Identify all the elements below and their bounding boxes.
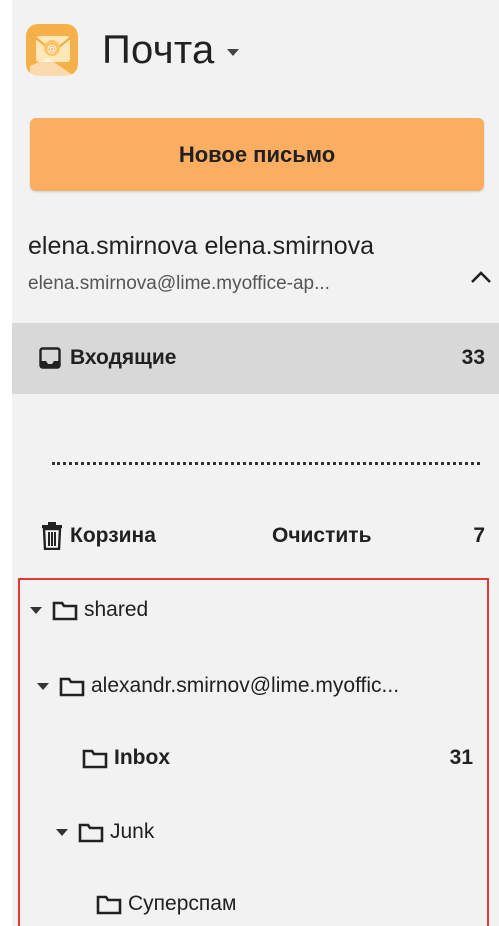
tree-item-superspam[interactable]: Суперспам bbox=[96, 886, 236, 922]
folder-trash[interactable]: Корзина Очистить 7 bbox=[12, 518, 499, 558]
clear-trash-button[interactable]: Очистить bbox=[272, 524, 372, 548]
account-block[interactable]: elena.smirnova elena.smirnova elena.smir… bbox=[28, 232, 491, 295]
new-letter-button[interactable]: Новое письмо bbox=[30, 118, 484, 191]
chevron-down-icon[interactable] bbox=[226, 48, 239, 56]
caret-down-icon[interactable] bbox=[37, 682, 49, 690]
inbox-icon bbox=[39, 347, 61, 369]
folder-icon bbox=[52, 601, 78, 621]
folder-inbox[interactable]: Входящие 33 bbox=[12, 323, 499, 394]
tree-label-shared: shared bbox=[84, 598, 149, 621]
account-name: elena.smirnova elena.smirnova bbox=[28, 232, 375, 260]
mail-app-logo: @ bbox=[26, 24, 78, 76]
tree-item-user[interactable]: alexandr.smirnov@lime.myoffic... bbox=[37, 668, 399, 704]
folder-icon bbox=[82, 749, 108, 769]
trash-count: 7 bbox=[473, 524, 485, 547]
folder-icon bbox=[96, 895, 122, 915]
caret-down-icon[interactable] bbox=[30, 606, 42, 614]
folder-icon bbox=[59, 677, 85, 697]
tree-item-junk[interactable]: Junk bbox=[56, 814, 154, 850]
tree-item-inbox[interactable]: Inbox 31 bbox=[82, 740, 487, 776]
account-email: elena.smirnova@lime.myoffice-ap... bbox=[28, 273, 330, 294]
trash-label: Корзина bbox=[70, 524, 156, 547]
tree-label-inbox: Inbox bbox=[114, 746, 170, 769]
tree-label-junk: Junk bbox=[110, 820, 155, 843]
shared-folders-highlight: shared alexandr.smirnov@lime.myoffic... … bbox=[18, 578, 489, 926]
svg-text:@: @ bbox=[47, 44, 57, 55]
app-title: Почта bbox=[102, 27, 215, 72]
tree-label-superspam: Суперспам bbox=[128, 892, 237, 915]
tree-label-user: alexandr.smirnov@lime.myoffic... bbox=[91, 674, 400, 697]
inbox-count: 33 bbox=[461, 346, 485, 369]
new-letter-label: Новое письмо bbox=[178, 141, 336, 167]
folder-icon bbox=[78, 823, 104, 843]
folder-separator bbox=[52, 462, 480, 465]
inbox-label: Входящие bbox=[70, 346, 177, 369]
tree-item-shared[interactable]: shared bbox=[30, 592, 148, 628]
tree-count-inbox: 31 bbox=[449, 746, 473, 769]
chevron-up-icon[interactable] bbox=[464, 260, 498, 294]
app-header[interactable]: @ Почта bbox=[24, 20, 239, 80]
caret-down-icon[interactable] bbox=[56, 828, 68, 836]
trash-icon bbox=[42, 522, 62, 550]
